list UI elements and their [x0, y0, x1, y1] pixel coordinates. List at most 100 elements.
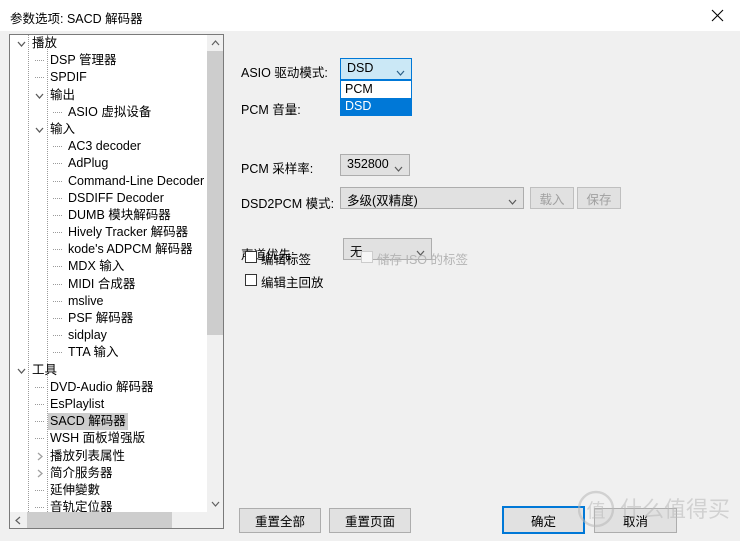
asio-mode-dropdown-list[interactable]: PCM DSD	[340, 80, 412, 116]
tree-item-label: 延伸變數	[50, 482, 101, 497]
asio-mode-label: ASIO 驱动模式:	[241, 66, 328, 80]
tree-branch-line	[52, 310, 66, 327]
load-button[interactable]: 载入	[530, 187, 574, 209]
chevron-down-icon[interactable]	[34, 121, 48, 138]
tree-item-label: DVD-Audio 解码器	[50, 379, 154, 394]
tree-branch-line	[52, 241, 66, 258]
chevron-down-icon	[396, 65, 405, 79]
tree-item-13[interactable]: MDX 输入	[10, 258, 207, 275]
tree-branch-line	[52, 276, 66, 293]
chevron-up-icon[interactable]	[207, 35, 223, 51]
tree-item-11[interactable]: Hively Tracker 解码器	[10, 224, 207, 241]
tree-item-17[interactable]: sidplay	[10, 327, 207, 344]
tree-item-18[interactable]: TTA 输入	[10, 344, 207, 361]
checkbox-label: 编辑主回放	[261, 276, 324, 290]
ok-button[interactable]: 确定	[502, 506, 585, 534]
tree-branch-line	[52, 190, 66, 207]
chevron-right-icon[interactable]	[34, 465, 48, 482]
tree-item-22[interactable]: SACD 解码器	[10, 413, 207, 431]
tree-vertical-scrollbar[interactable]	[207, 35, 223, 512]
tree-branch-line	[34, 52, 48, 69]
tree-item-label: kode's ADPCM 解码器	[68, 242, 193, 257]
tree-item-label: 播放列表属性	[50, 448, 126, 463]
tree-item-label: DSP 管理器	[50, 53, 117, 68]
tree-item-label: 音轨定位器	[50, 500, 113, 512]
tree-item-15[interactable]: mslive	[10, 293, 207, 310]
tree-item-label: DSDIFF Decoder	[68, 190, 164, 205]
tree-item-7[interactable]: AdPlug	[10, 155, 207, 172]
chevron-down-icon[interactable]	[34, 87, 48, 104]
cancel-button[interactable]: 取消	[594, 508, 677, 533]
tree-vscroll-track[interactable]	[207, 51, 223, 496]
tree-item-label: MIDI 合成器	[68, 276, 136, 291]
reset-all-button[interactable]: 重置全部	[239, 508, 321, 533]
tree-item-label: 工具	[32, 362, 58, 377]
tree-branch-line	[52, 173, 66, 190]
chevron-down-icon[interactable]	[16, 362, 30, 379]
tree-item-20[interactable]: DVD-Audio 解码器	[10, 379, 207, 396]
close-icon[interactable]	[694, 0, 740, 31]
tree-item-24[interactable]: 播放列表属性	[10, 448, 207, 465]
tree-branch-line	[34, 69, 48, 86]
tree-item-label: mslive	[68, 293, 104, 308]
asio-mode-combobox[interactable]: DSD	[340, 58, 412, 80]
tree-item-19[interactable]: 工具	[10, 362, 207, 379]
tree-item-9[interactable]: DSDIFF Decoder	[10, 190, 207, 207]
tree-item-6[interactable]: AC3 decoder	[10, 138, 207, 155]
save-button[interactable]: 保存	[577, 187, 621, 209]
title-bar: 参数选项: SACD 解码器	[0, 0, 740, 32]
tree-item-3[interactable]: 输出	[10, 87, 207, 104]
tree-branch-line	[34, 499, 48, 512]
tree-branch-line	[52, 258, 66, 275]
checkbox-label: 储存 ISO 的标签	[377, 253, 468, 267]
checkbox-box	[245, 274, 257, 286]
tree-item-label: WSH 面板增强版	[50, 431, 146, 446]
tree-branch-line	[52, 104, 66, 121]
tree-item-23[interactable]: WSH 面板增强版	[10, 430, 207, 447]
tree-item-2[interactable]: SPDIF	[10, 69, 207, 86]
chevron-left-icon[interactable]	[10, 512, 26, 528]
chevron-down-icon[interactable]	[207, 496, 223, 512]
tree-item-label: Command-Line Decoder Wra	[68, 173, 207, 188]
tree-item-label: ASIO 虚拟设备	[68, 104, 152, 119]
tree-branch-line	[52, 155, 66, 172]
pcm-samplerate-value: 352800	[347, 157, 389, 171]
tree-item-8[interactable]: Command-Line Decoder Wra	[10, 173, 207, 190]
pcm-samplerate-combobox[interactable]: 352800	[340, 154, 410, 176]
tree-item-21[interactable]: EsPlaylist	[10, 396, 207, 413]
tree-branch-line	[34, 482, 48, 499]
asio-mode-option-pcm[interactable]: PCM	[341, 81, 411, 98]
tree-branch-line	[52, 207, 66, 224]
tree-item-label: 简介服务器	[50, 465, 113, 480]
tree-horizontal-scrollbar[interactable]	[10, 512, 223, 528]
chevron-right-icon[interactable]	[34, 448, 48, 465]
asio-mode-option-dsd[interactable]: DSD	[341, 98, 411, 115]
tree-vscroll-thumb[interactable]	[207, 51, 223, 335]
tree-item-14[interactable]: MIDI 合成器	[10, 276, 207, 293]
tree-item-10[interactable]: DUMB 模块解码器	[10, 207, 207, 224]
tree-item-label: TTA 输入	[68, 345, 119, 360]
tree-item-1[interactable]: DSP 管理器	[10, 52, 207, 69]
tree-item-0[interactable]: 播放	[10, 35, 207, 52]
tree-item-5[interactable]: 输入	[10, 121, 207, 138]
chevron-down-icon[interactable]	[16, 35, 30, 52]
tree-item-26[interactable]: 延伸變數	[10, 482, 207, 499]
tree-branch-line	[34, 396, 48, 413]
tree-item-label: DUMB 模块解码器	[68, 207, 171, 222]
tree-item-27[interactable]: 音轨定位器	[10, 499, 207, 512]
tree-item-label: sidplay	[68, 328, 107, 343]
tree-branch-line	[34, 430, 48, 447]
dialog-body: 播放 DSP 管理器 SPDIF 输出 ASIO 虚拟设备输入 AC3 decoder Ad…	[0, 31, 740, 541]
reset-page-button[interactable]: 重置页面	[329, 508, 411, 533]
settings-tree[interactable]: 播放 DSP 管理器 SPDIF 输出 ASIO 虚拟设备输入 AC3 decoder Ad…	[9, 34, 224, 529]
tree-branch-line	[52, 327, 66, 344]
tree-item-12[interactable]: kode's ADPCM 解码器	[10, 241, 207, 258]
tree-branch-line	[52, 344, 66, 361]
tree-item-4[interactable]: ASIO 虚拟设备	[10, 104, 207, 121]
tree-item-label: 输入	[50, 121, 76, 136]
tree-item-label: MDX 输入	[68, 259, 125, 274]
tree-item-25[interactable]: 简介服务器	[10, 465, 207, 482]
dsd2pcm-mode-combobox[interactable]: 多级(双精度)	[340, 187, 524, 209]
tree-item-16[interactable]: PSF 解码器	[10, 310, 207, 327]
tree-hscroll-thumb[interactable]	[27, 512, 172, 528]
